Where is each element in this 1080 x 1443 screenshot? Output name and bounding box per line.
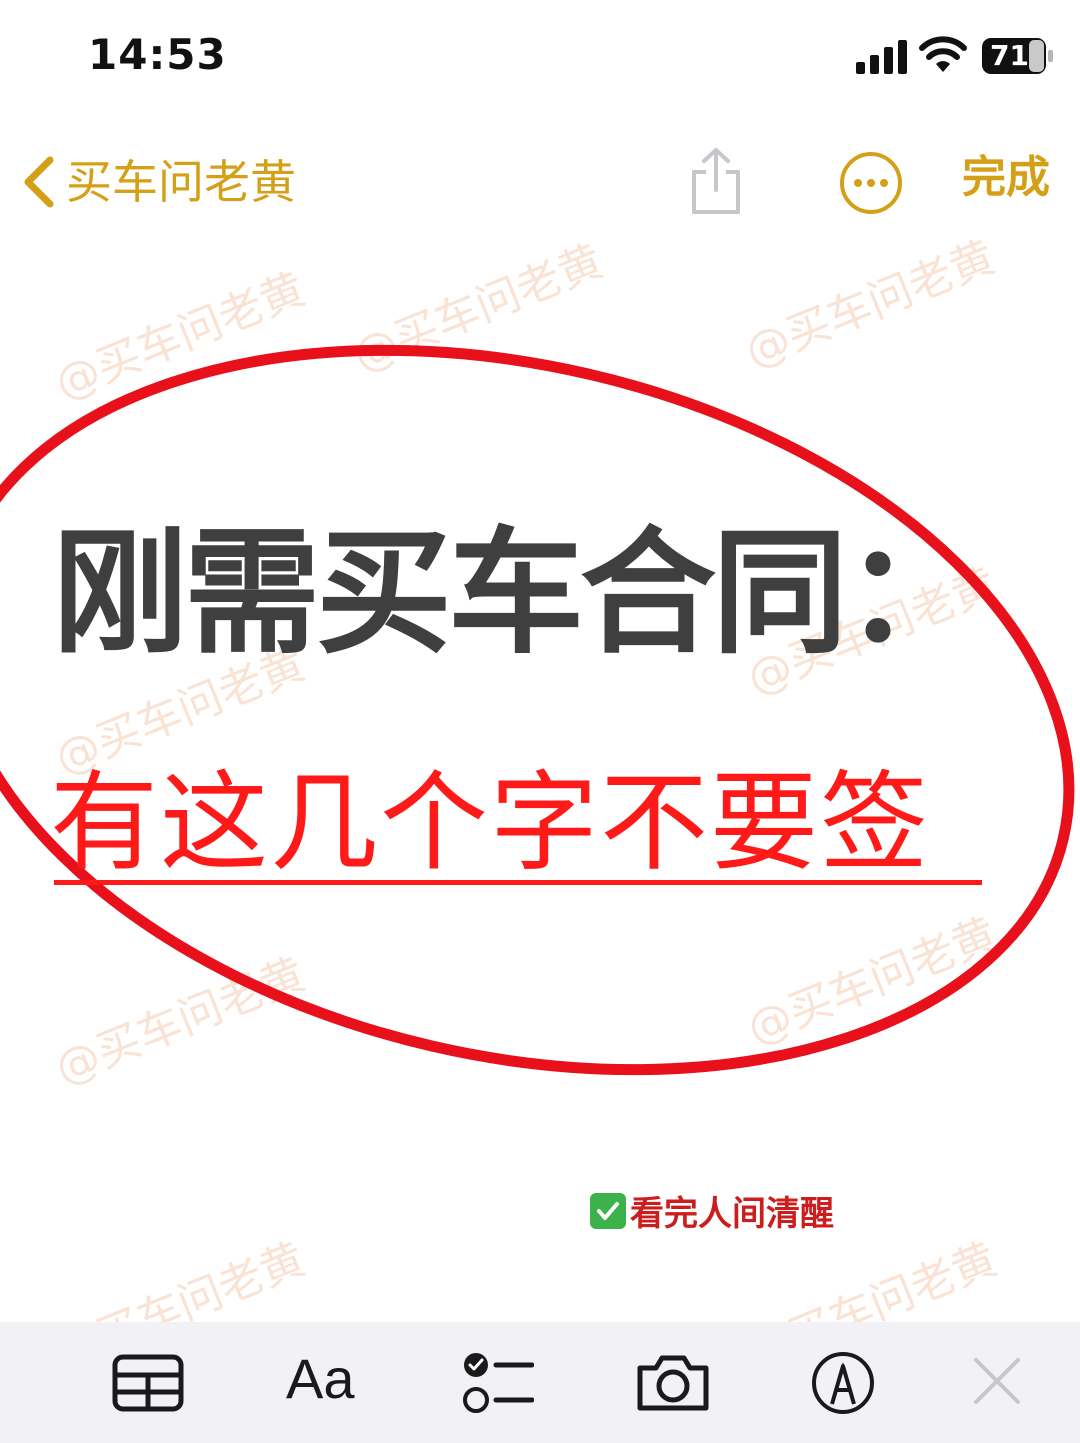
done-button[interactable]: 完成 <box>962 156 1050 200</box>
back-button[interactable]: 买车问老黄 <box>22 152 296 212</box>
chevron-left-icon <box>24 156 54 208</box>
battery-level: 71 <box>990 39 1029 72</box>
format-text-button[interactable]: Aa <box>286 1346 355 1411</box>
red-circle-highlight <box>0 344 1075 1076</box>
more-options-icon[interactable] <box>838 150 904 216</box>
tip-text: 看完人间清醒 <box>630 1194 834 1234</box>
note-subheadline: 有这几个字不要签 <box>50 761 931 886</box>
battery-icon: 71 <box>982 38 1054 74</box>
camera-icon[interactable] <box>634 1352 712 1414</box>
check-mark-icon <box>590 1192 626 1229</box>
markup-icon[interactable] <box>810 1350 876 1416</box>
share-icon[interactable] <box>686 146 746 216</box>
wifi-icon <box>919 36 967 72</box>
back-label: 买车问老黄 <box>66 155 296 209</box>
cellular-signal-icon <box>856 40 907 74</box>
checklist-icon[interactable] <box>462 1350 534 1416</box>
subheadline-underline <box>54 880 982 885</box>
table-icon[interactable] <box>112 1354 184 1412</box>
note-headline: 刚需买车合同： <box>52 515 980 673</box>
status-time: 14:53 <box>88 30 227 79</box>
close-icon[interactable] <box>970 1354 1024 1408</box>
note-tip: 看完人间清醒 <box>590 1186 834 1235</box>
